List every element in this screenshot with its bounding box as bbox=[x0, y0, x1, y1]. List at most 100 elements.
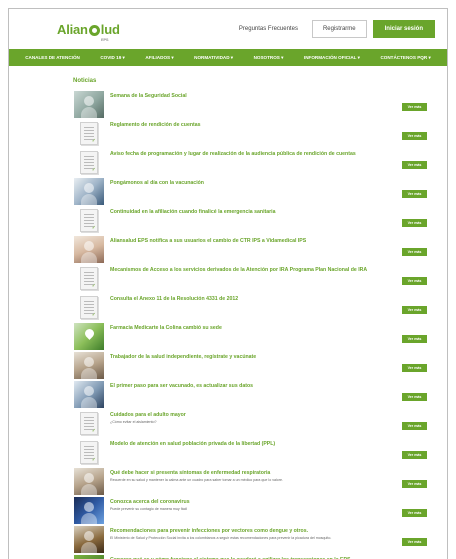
register-button[interactable]: Registrarme bbox=[311, 20, 367, 38]
read-more-button[interactable]: Ver más bbox=[402, 219, 427, 227]
news-title[interactable]: Aviso fecha de programación y lugar de r… bbox=[110, 151, 447, 158]
news-item[interactable]: Reglamento de rendición de cuentas Ver má… bbox=[9, 120, 447, 149]
person-silhouette-body bbox=[81, 542, 97, 553]
person-silhouette-body bbox=[81, 194, 97, 205]
read-more-button[interactable]: Ver más bbox=[402, 451, 427, 459]
site-header: Alian lud EPS Preguntas Frecuentes Regis… bbox=[9, 9, 447, 49]
news-title[interactable]: El primer paso para ser vacunado, es act… bbox=[110, 383, 447, 390]
person-silhouette bbox=[84, 96, 94, 106]
section-title: Noticias bbox=[73, 78, 97, 84]
news-title[interactable]: Continuidad en la afiliación cuando fina… bbox=[110, 209, 447, 216]
document-thumbnail[interactable] bbox=[74, 265, 104, 292]
document-thumbnail[interactable] bbox=[74, 120, 104, 147]
read-more-button[interactable]: Ver más bbox=[402, 277, 427, 285]
read-more-button[interactable]: Ver más bbox=[402, 161, 427, 169]
news-item[interactable]: Consulta el Anexo 11 de la Resolución 43… bbox=[9, 294, 447, 323]
news-item[interactable]: Pongámonos al día con la vacunación Ver m… bbox=[9, 178, 447, 207]
document-thumbnail[interactable] bbox=[74, 439, 104, 466]
site-logo[interactable]: Alian lud EPS bbox=[57, 21, 120, 43]
news-title[interactable]: Cuidados para el adulto mayor bbox=[110, 412, 447, 419]
document-icon bbox=[80, 441, 98, 464]
document-thumbnail[interactable] bbox=[74, 410, 104, 437]
document-thumbnail[interactable] bbox=[74, 149, 104, 176]
news-list: Semana de la Seguridad SocialVer másRegl… bbox=[9, 91, 447, 559]
news-item[interactable]: Recomendaciones para prevenir infeccione… bbox=[9, 526, 447, 555]
person-silhouette bbox=[84, 531, 94, 541]
document-thumbnail[interactable] bbox=[74, 294, 104, 321]
news-item[interactable]: Qué debe hacer si presenta síntomas de e… bbox=[9, 468, 447, 497]
news-text: El primer paso para ser vacunado, es act… bbox=[104, 381, 447, 390]
read-more-button[interactable]: Ver más bbox=[402, 190, 427, 198]
news-summary: Recuerde en su salud y mantener la calma… bbox=[110, 477, 284, 482]
news-thumbnail[interactable] bbox=[74, 526, 104, 553]
news-title[interactable]: Aliansalud EPS notifica a sus usuarios e… bbox=[110, 238, 447, 245]
news-text: Consulta el Anexo 11 de la Resolución 43… bbox=[104, 294, 447, 303]
read-more-button[interactable]: Ver más bbox=[402, 422, 427, 430]
read-more-button[interactable]: Ver más bbox=[402, 248, 427, 256]
news-item[interactable]: 👥Conozca qué es y cómo funciona el siste… bbox=[9, 555, 447, 559]
read-more-button[interactable]: Ver más bbox=[402, 306, 427, 314]
document-thumbnail[interactable] bbox=[74, 207, 104, 234]
news-title[interactable]: Semana de la Seguridad Social bbox=[110, 93, 447, 100]
read-more-button[interactable]: Ver más bbox=[402, 103, 427, 111]
read-more-button[interactable]: Ver más bbox=[402, 335, 427, 343]
news-thumbnail[interactable] bbox=[74, 352, 104, 379]
document-icon bbox=[80, 412, 98, 435]
news-text: Aviso fecha de programación y lugar de r… bbox=[104, 149, 447, 158]
read-more-button[interactable]: Ver más bbox=[402, 132, 427, 140]
document-icon bbox=[80, 296, 98, 319]
read-more-button[interactable]: Ver más bbox=[402, 509, 427, 517]
nav-item-afiliados[interactable]: AFILIADOS ▾ bbox=[145, 55, 173, 61]
news-thumbnail[interactable] bbox=[74, 468, 104, 495]
login-button[interactable]: Iniciar sesión bbox=[372, 20, 435, 38]
news-thumbnail[interactable]: 👥 bbox=[74, 555, 104, 559]
news-thumbnail[interactable] bbox=[74, 178, 104, 205]
news-item[interactable]: El primer paso para ser vacunado, es act… bbox=[9, 381, 447, 410]
news-thumbnail[interactable] bbox=[74, 236, 104, 263]
person-silhouette bbox=[84, 183, 94, 193]
news-item[interactable]: Farmacia Medicarte la Colina cambió su s… bbox=[9, 323, 447, 352]
read-more-button[interactable]: Ver más bbox=[402, 538, 427, 546]
news-thumbnail[interactable] bbox=[74, 381, 104, 408]
news-item[interactable]: Continuidad en la afiliación cuando fina… bbox=[9, 207, 447, 236]
news-item[interactable]: Aliansalud EPS notifica a sus usuarios e… bbox=[9, 236, 447, 265]
nav-item-informacion[interactable]: INFORMACIÓN OFICIAL ▾ bbox=[304, 55, 360, 61]
news-title[interactable]: Qué debe hacer si presenta síntomas de e… bbox=[110, 470, 447, 477]
person-silhouette-body bbox=[81, 397, 97, 408]
news-item[interactable]: Semana de la Seguridad Social Ver más bbox=[9, 91, 447, 120]
nav-item-covid[interactable]: COVID 19 ▾ bbox=[100, 55, 125, 61]
news-thumbnail[interactable] bbox=[74, 497, 104, 524]
nav-item-contactenos[interactable]: CONTÁCTENOS PQR ▾ bbox=[380, 55, 430, 61]
news-item[interactable]: Conozca acerca del coronavirus Puede prev… bbox=[9, 497, 447, 526]
news-title[interactable]: Pongámonos al día con la vacunación bbox=[110, 180, 447, 187]
news-item[interactable]: Cuidados para el adulto mayor¿Cómo evita… bbox=[9, 410, 447, 439]
news-item[interactable]: Modelo de atención en salud población pr… bbox=[9, 439, 447, 468]
news-item[interactable]: Trabajador de la salud independiente, re… bbox=[9, 352, 447, 381]
main-nav: CANALES DE ATENCIÓN COVID 19 ▾ AFILIADOS… bbox=[9, 49, 447, 66]
news-item[interactable]: Aviso fecha de programación y lugar de r… bbox=[9, 149, 447, 178]
header-actions: Preguntas Frecuentes Registrarme Iniciar… bbox=[239, 20, 435, 38]
news-title[interactable]: Mecanismos de Acceso a los servicios der… bbox=[110, 267, 447, 274]
news-title[interactable]: Trabajador de la salud independiente, re… bbox=[110, 354, 447, 361]
logo-text-end: lud bbox=[100, 21, 120, 37]
read-more-button[interactable]: Ver más bbox=[402, 364, 427, 372]
nav-item-nosotros[interactable]: NOSOTROS ▾ bbox=[254, 55, 284, 61]
news-title[interactable]: Reglamento de rendición de cuentas bbox=[110, 122, 447, 129]
news-text: Continuidad en la afiliación cuando fina… bbox=[104, 207, 447, 216]
news-thumbnail[interactable] bbox=[74, 323, 104, 350]
nav-item-normatividad[interactable]: NORMATIVIDAD ▾ bbox=[194, 55, 233, 61]
news-title[interactable]: Recomendaciones para prevenir infeccione… bbox=[110, 528, 447, 535]
read-more-button[interactable]: Ver más bbox=[402, 480, 427, 488]
news-item[interactable]: Mecanismos de Acceso a los servicios der… bbox=[9, 265, 447, 294]
document-icon bbox=[80, 209, 98, 232]
news-title[interactable]: Consulta el Anexo 11 de la Resolución 43… bbox=[110, 296, 447, 303]
read-more-button[interactable]: Ver más bbox=[402, 393, 427, 401]
news-title[interactable]: Modelo de atención en salud población pr… bbox=[110, 441, 447, 448]
news-text: Semana de la Seguridad Social bbox=[104, 91, 447, 100]
news-thumbnail[interactable] bbox=[74, 91, 104, 118]
nav-item-canales[interactable]: CANALES DE ATENCIÓN bbox=[25, 55, 80, 60]
faq-link[interactable]: Preguntas Frecuentes bbox=[239, 26, 298, 32]
news-title[interactable]: Farmacia Medicarte la Colina cambió su s… bbox=[110, 325, 447, 332]
news-text: Pongámonos al día con la vacunación bbox=[104, 178, 447, 187]
news-title[interactable]: Conozca acerca del coronavirus bbox=[110, 499, 447, 506]
